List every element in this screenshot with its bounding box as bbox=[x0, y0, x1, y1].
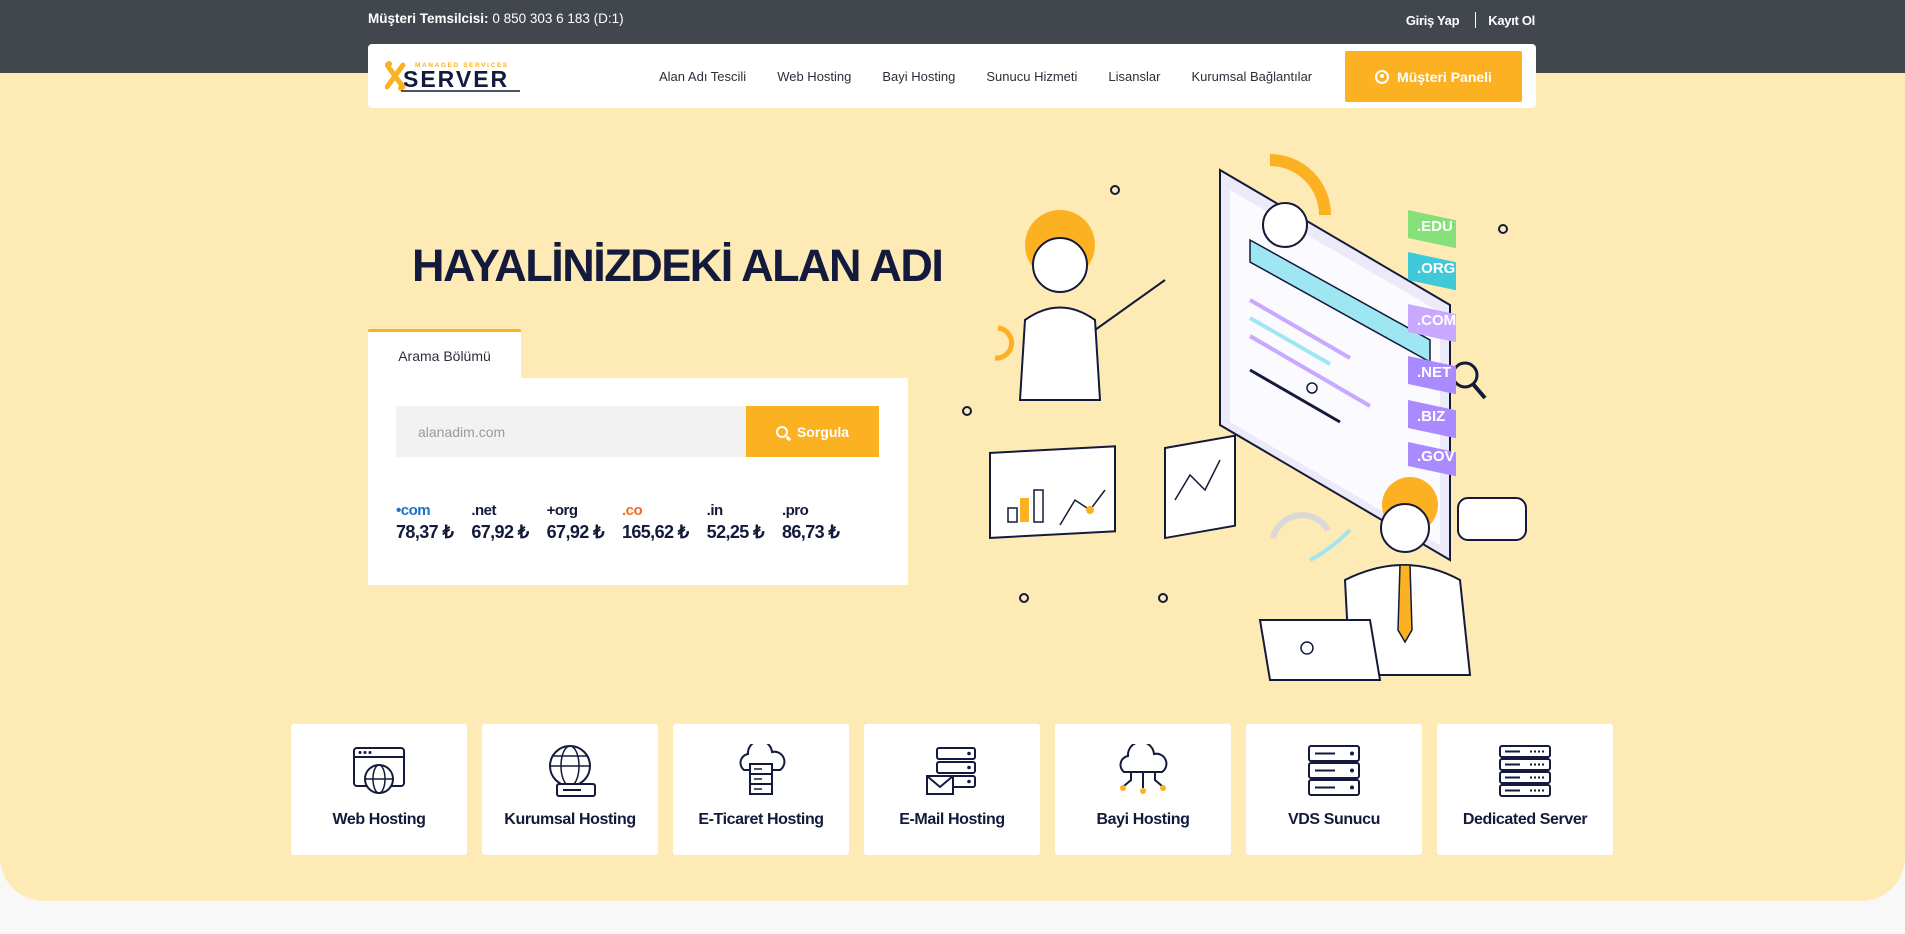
svg-text:SERVER: SERVER bbox=[403, 66, 509, 92]
tag-org: .ORG bbox=[1417, 260, 1455, 277]
customer-panel-label: Müşteri Paneli bbox=[1397, 68, 1492, 85]
service-label: E-Ticaret Hosting bbox=[698, 811, 824, 828]
price-in[interactable]: .in 52,25 ₺ bbox=[706, 502, 765, 543]
domain-price-list: •com 78,37 ₺ .net 67,92 ₺ +org 67,92 ₺ .co 1… bbox=[396, 502, 857, 543]
ext-co: .co bbox=[621, 502, 643, 519]
price-value: 52,25 ₺ bbox=[706, 522, 765, 542]
tag-com: .COM bbox=[1417, 312, 1456, 329]
user-icon bbox=[1375, 69, 1390, 84]
service-card-web-hosting[interactable]: Web Hosting bbox=[291, 724, 467, 855]
nav-menu: Alan Adı Tescili Web Hosting Bayi Hostin… bbox=[659, 44, 1343, 108]
woman-illustration bbox=[989, 210, 1236, 540]
search-button-label: Sorgula bbox=[796, 423, 850, 440]
customer-panel-button[interactable]: Müşteri Paneli bbox=[1345, 51, 1522, 102]
price-com[interactable]: •com 78,37 ₺ bbox=[396, 502, 454, 543]
service-card-vds-server[interactable]: VDS Sunucu bbox=[1246, 724, 1422, 855]
ext-pro: .pro bbox=[781, 502, 809, 519]
tab-search-section[interactable]: Arama Bölümü bbox=[368, 329, 521, 379]
tag-gov: .GOV bbox=[1417, 448, 1455, 465]
service-label: Kurumsal Hosting bbox=[504, 811, 636, 828]
man-illustration bbox=[1258, 477, 1527, 681]
price-value: 86,73 ₺ bbox=[781, 522, 840, 542]
nav-item-web-hosting[interactable]: Web Hosting bbox=[777, 69, 851, 84]
rep-phone[interactable]: 0 850 303 6 183 (D:1) bbox=[492, 11, 623, 26]
search-icon bbox=[775, 425, 788, 438]
ext-com: •com bbox=[396, 502, 431, 519]
service-label: Web Hosting bbox=[332, 811, 426, 828]
nav-item-reseller-hosting[interactable]: Bayi Hosting bbox=[882, 69, 955, 84]
service-card-reseller-hosting[interactable]: Bayi Hosting bbox=[1055, 724, 1231, 855]
price-value: 67,92 ₺ bbox=[471, 522, 529, 542]
register-link[interactable]: Kayıt Ol bbox=[1488, 13, 1535, 28]
ext-net: .net bbox=[471, 502, 496, 519]
price-pro[interactable]: .pro 86,73 ₺ bbox=[781, 502, 840, 543]
globe-server-icon bbox=[549, 745, 596, 797]
nav-item-licenses[interactable]: Lisanslar bbox=[1108, 69, 1160, 84]
nav-item-domain[interactable]: Alan Adı Tescili bbox=[659, 69, 746, 84]
price-value: 67,92 ₺ bbox=[546, 522, 605, 542]
browser-globe-icon bbox=[353, 747, 405, 794]
tag-net: .NET bbox=[1417, 364, 1451, 381]
customer-rep-info: Müşteri Temsilcisi: 0 850 303 6 183 (D:1… bbox=[368, 11, 624, 26]
main-navbar: MANAGED SERVICES SERVER Alan Adı Tescili… bbox=[368, 44, 1536, 108]
service-label: E-Mail Hosting bbox=[899, 811, 1005, 828]
service-cards: Web Hosting Kurumsal Hosting E-Ticaret H… bbox=[291, 724, 1628, 855]
dedicated-rack-icon bbox=[1499, 745, 1551, 797]
hero-headline: HAYALİNİZDEKİ ALAN ADI bbox=[412, 240, 944, 291]
tag-edu: .EDU bbox=[1417, 218, 1453, 235]
ext-in: .in bbox=[706, 502, 724, 519]
service-card-corporate-hosting[interactable]: Kurumsal Hosting bbox=[482, 724, 658, 855]
nav-item-corporate[interactable]: Kurumsal Bağlantılar bbox=[1191, 69, 1312, 84]
domain-search-card: Sorgula •com 78,37 ₺ .net 67,92 ₺ +org 67,9… bbox=[368, 378, 908, 585]
ext-org: +org bbox=[546, 502, 578, 519]
tag-biz: .BIZ bbox=[1417, 408, 1445, 425]
cloud-server-icon bbox=[739, 744, 786, 795]
search-button[interactable]: Sorgula bbox=[746, 406, 879, 457]
service-card-email-hosting[interactable]: E-Mail Hosting bbox=[864, 724, 1040, 855]
service-card-ecommerce-hosting[interactable]: E-Ticaret Hosting bbox=[673, 724, 849, 855]
price-value: 165,62 ₺ bbox=[621, 522, 689, 542]
price-value: 78,37 ₺ bbox=[396, 522, 454, 542]
auth-links: Giriş Yap Kayıt Ol bbox=[1406, 12, 1535, 28]
mail-server-icon bbox=[926, 747, 976, 795]
price-org[interactable]: +org 67,92 ₺ bbox=[546, 502, 605, 543]
price-net[interactable]: .net 67,92 ₺ bbox=[471, 502, 529, 543]
service-label: VDS Sunucu bbox=[1287, 811, 1380, 828]
auth-divider bbox=[1475, 12, 1477, 28]
login-link[interactable]: Giriş Yap bbox=[1406, 13, 1460, 28]
hero-illustration: .EDU .ORG .COM .NET .BIZ .GOV bbox=[962, 154, 1527, 681]
service-card-dedicated-server[interactable]: Dedicated Server bbox=[1437, 724, 1613, 855]
rep-label: Müşteri Temsilcisi: bbox=[368, 11, 489, 26]
price-co[interactable]: .co 165,62 ₺ bbox=[622, 502, 689, 543]
domain-search-input[interactable] bbox=[396, 406, 746, 457]
service-label: Dedicated Server bbox=[1462, 811, 1588, 828]
server-rack-icon bbox=[1308, 745, 1360, 796]
nav-item-server[interactable]: Sunucu Hizmeti bbox=[986, 69, 1077, 84]
cloud-network-icon bbox=[1119, 744, 1168, 794]
service-label: Bayi Hosting bbox=[1096, 811, 1190, 828]
xserver-logo[interactable]: MANAGED SERVICES SERVER bbox=[385, 59, 525, 93]
